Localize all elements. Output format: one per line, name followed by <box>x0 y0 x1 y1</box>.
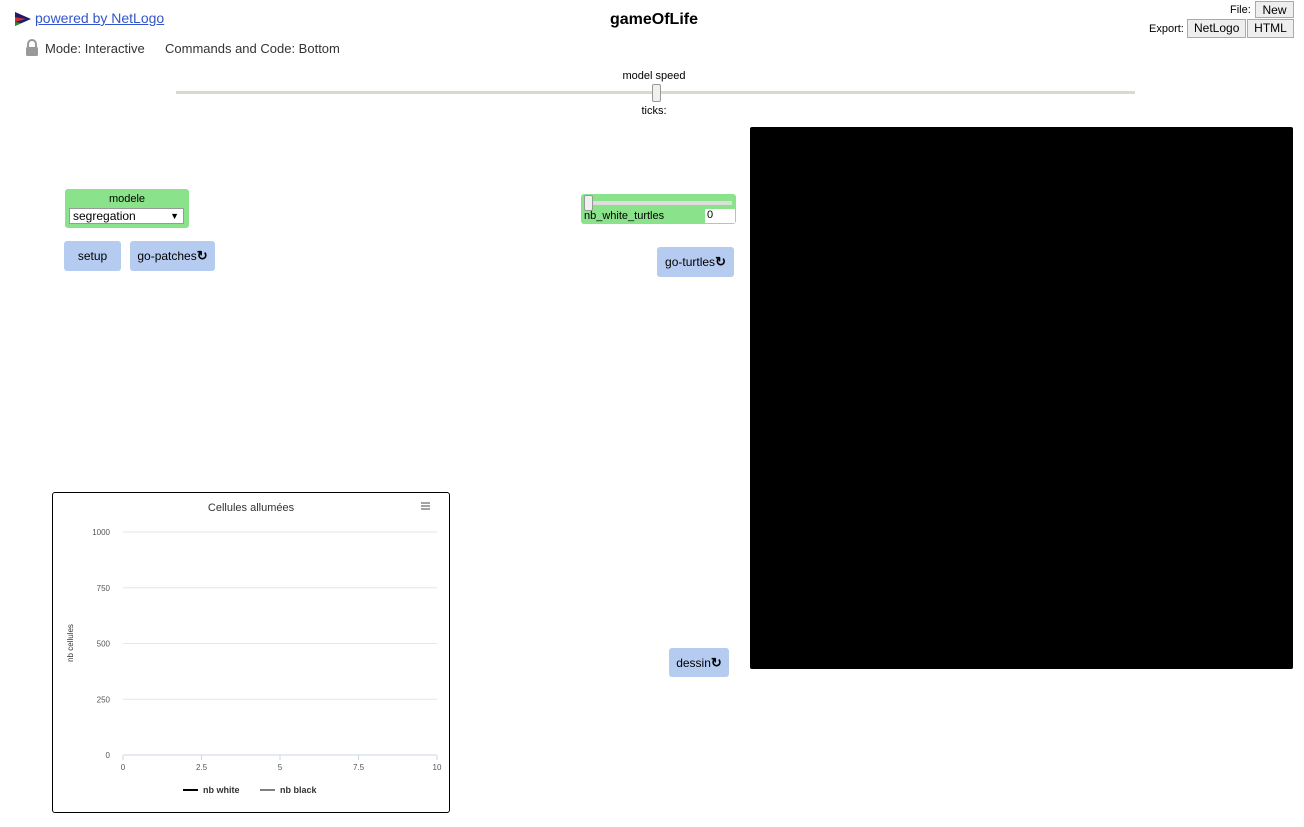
export-html-button[interactable]: HTML <box>1247 19 1294 38</box>
y-tick-label: 0 <box>106 751 111 760</box>
slider-name: nb_white_turtles <box>584 210 665 222</box>
y-tick-label: 750 <box>97 584 111 593</box>
y-tick-label: 500 <box>97 640 111 649</box>
x-tick-label: 10 <box>433 763 442 772</box>
x-tick-label: 5 <box>278 763 283 772</box>
forever-icon: ↻ <box>715 254 726 269</box>
dessin-label: dessin <box>676 656 711 670</box>
chooser-label: modele <box>108 193 146 205</box>
slider-value[interactable]: 0 <box>705 209 735 223</box>
netlogo-logo-icon <box>14 11 32 27</box>
x-tick-label: 2.5 <box>196 763 208 772</box>
new-button[interactable]: New <box>1255 1 1294 18</box>
x-tick-label: 0 <box>121 763 126 772</box>
go-patches-label: go-patches <box>137 249 197 263</box>
dropdown-arrow-icon: ▼ <box>170 211 179 221</box>
plot-widget: Cellules allumées nb cellules 0 250 500 750… <box>52 492 450 813</box>
setup-button[interactable]: setup <box>64 241 121 271</box>
legend-item[interactable]: nb black <box>260 785 318 795</box>
legend-label: nb black <box>280 785 318 795</box>
y-tick-label: 250 <box>97 695 111 704</box>
ticks-label: ticks: <box>641 105 667 117</box>
export-label: Export: <box>1149 23 1184 35</box>
y-tick-label: 1000 <box>92 528 110 537</box>
x-tick-label: 7.5 <box>353 763 365 772</box>
mode-label: Mode: Interactive <box>45 41 145 56</box>
world-view[interactable] <box>750 127 1293 669</box>
slider-track[interactable] <box>589 201 732 205</box>
forever-icon: ↻ <box>710 655 722 670</box>
chooser-select[interactable]: segregation ▼ <box>69 208 184 224</box>
go-turtles-label: go-turtles <box>665 255 716 269</box>
plot-title: Cellules allumées <box>208 502 295 514</box>
plot-ylabel: nb cellules <box>66 624 75 662</box>
go-patches-button[interactable]: go-patches↻ <box>130 241 215 271</box>
go-turtles-button[interactable]: go-turtles↻ <box>657 247 734 277</box>
file-label: File: <box>1230 4 1251 16</box>
dessin-button[interactable]: dessin↻ <box>669 648 729 677</box>
chooser-value: segregation <box>73 209 136 223</box>
plot-menu-icon[interactable] <box>421 502 430 510</box>
legend-item[interactable]: nb white <box>183 785 240 795</box>
nb-white-turtles-slider[interactable]: nb_white_turtles 0 <box>581 194 736 224</box>
modele-chooser[interactable]: modele segregation ▼ <box>65 189 189 228</box>
model-speed-handle[interactable] <box>651 84 661 102</box>
forever-icon: ↻ <box>196 248 208 263</box>
model-speed-label: model speed <box>622 70 686 82</box>
page-title: gameOfLife <box>609 11 698 28</box>
slider-handle[interactable] <box>584 195 593 211</box>
powered-by-link[interactable]: powered by NetLogo <box>35 10 164 26</box>
plot-chart: Cellules allumées nb cellules 0 250 500 750… <box>66 502 442 795</box>
lock-icon[interactable] <box>24 39 40 57</box>
commands-code-label: Commands and Code: Bottom <box>165 41 340 56</box>
setup-label: setup <box>77 249 108 263</box>
export-netlogo-button[interactable]: NetLogo <box>1187 19 1246 38</box>
legend-label: nb white <box>203 785 240 795</box>
